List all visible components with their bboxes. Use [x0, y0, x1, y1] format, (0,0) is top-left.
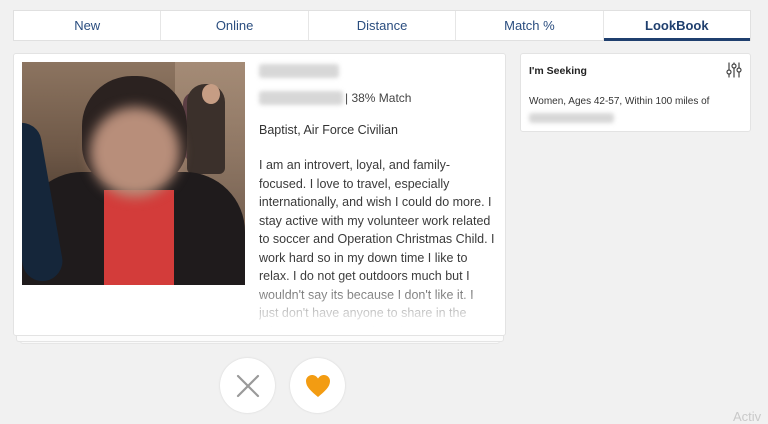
profile-photo[interactable] [22, 62, 245, 285]
filter-sliders-icon[interactable] [725, 61, 743, 79]
profile-card[interactable]: | 38% Match Baptist, Air Force Civilian … [13, 53, 506, 336]
seeking-title: I'm Seeking [529, 65, 587, 77]
seeking-criteria: Women, Ages 42-57, Within 100 miles of [529, 96, 710, 107]
seeking-panel: I'm Seeking Women, Ages 42-57, Within 10… [520, 53, 751, 132]
profile-info: | 38% Match Baptist, Air Force Civilian … [259, 62, 499, 327]
pass-button[interactable] [220, 358, 275, 413]
tab-bar: New Online Distance Match % LookBook [13, 10, 751, 41]
match-percent: | 38% Match [345, 91, 412, 105]
like-button[interactable] [290, 358, 345, 413]
location-redacted [259, 91, 343, 105]
location-redacted [529, 113, 614, 123]
tab-distance[interactable]: Distance [309, 11, 457, 40]
tab-online[interactable]: Online [161, 11, 309, 40]
tab-new[interactable]: New [14, 11, 162, 40]
profile-name-redacted [259, 64, 339, 78]
match-line: | 38% Match [259, 91, 499, 105]
x-icon [236, 374, 259, 397]
about-text: I am an introvert, loyal, and family-foc… [259, 158, 495, 327]
heart-icon [305, 374, 330, 397]
tab-lookbook[interactable]: LookBook [603, 11, 751, 41]
tab-match-percent[interactable]: Match % [456, 11, 604, 40]
religion-occupation: Baptist, Air Force Civilian [259, 123, 398, 137]
